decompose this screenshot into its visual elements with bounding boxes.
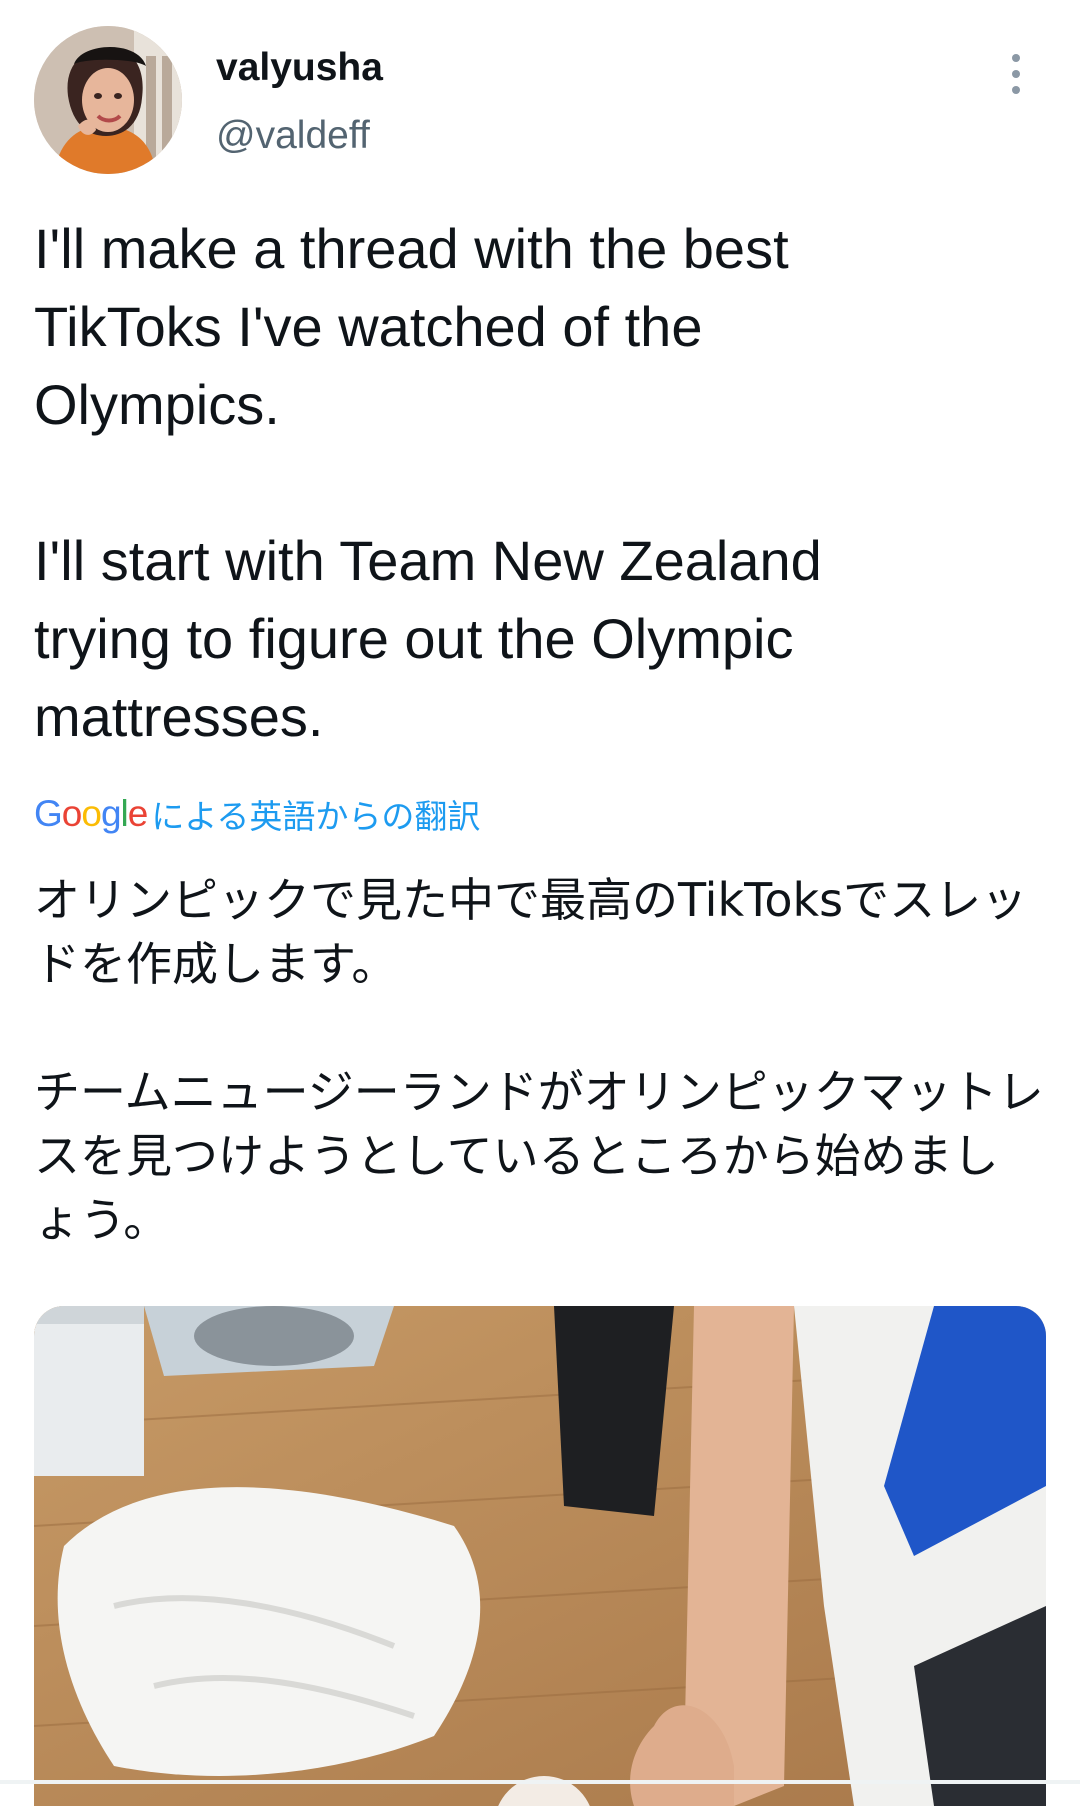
avatar-image [34, 26, 182, 174]
avatar[interactable] [34, 26, 182, 174]
divider [0, 1780, 1080, 1784]
video-thumbnail[interactable] [34, 1306, 1046, 1806]
google-logo: Google [34, 793, 148, 834]
video-frame-image [34, 1306, 1046, 1806]
translated-text: オリンピックで見た中で最高のTikToksでスレッドを作成します。 チームニュー… [34, 868, 1044, 1252]
translation-credit[interactable]: Google による英語からの翻訳 [34, 790, 480, 838]
tweet-paragraph-1: I'll make a thread with the best TikToks… [34, 217, 789, 436]
more-vertical-icon-dot-2 [1012, 70, 1020, 78]
tweet-text: I'll make a thread with the best TikToks… [34, 210, 1044, 756]
user-handle[interactable]: @valdeff [216, 114, 370, 158]
display-name[interactable]: valyusha [216, 46, 383, 90]
tweet: valyusha @valdeff I'll make a thread wit… [0, 0, 1080, 1806]
translated-paragraph-2: チームニュージーランドがオリンピックマットレスを見つけようとしているところから始… [34, 1065, 1044, 1247]
tweet-paragraph-2: I'll start with Team New Zealand trying … [34, 529, 822, 748]
more-options-button[interactable] [996, 50, 1036, 98]
translated-paragraph-1: オリンピックで見た中で最高のTikToksでスレッドを作成します。 [34, 873, 1028, 991]
tweet-header: valyusha @valdeff [34, 26, 1046, 176]
translation-credit-text: による英語からの翻訳 [151, 797, 481, 836]
more-vertical-icon [1012, 54, 1020, 62]
more-vertical-icon-dot-3 [1012, 86, 1020, 94]
